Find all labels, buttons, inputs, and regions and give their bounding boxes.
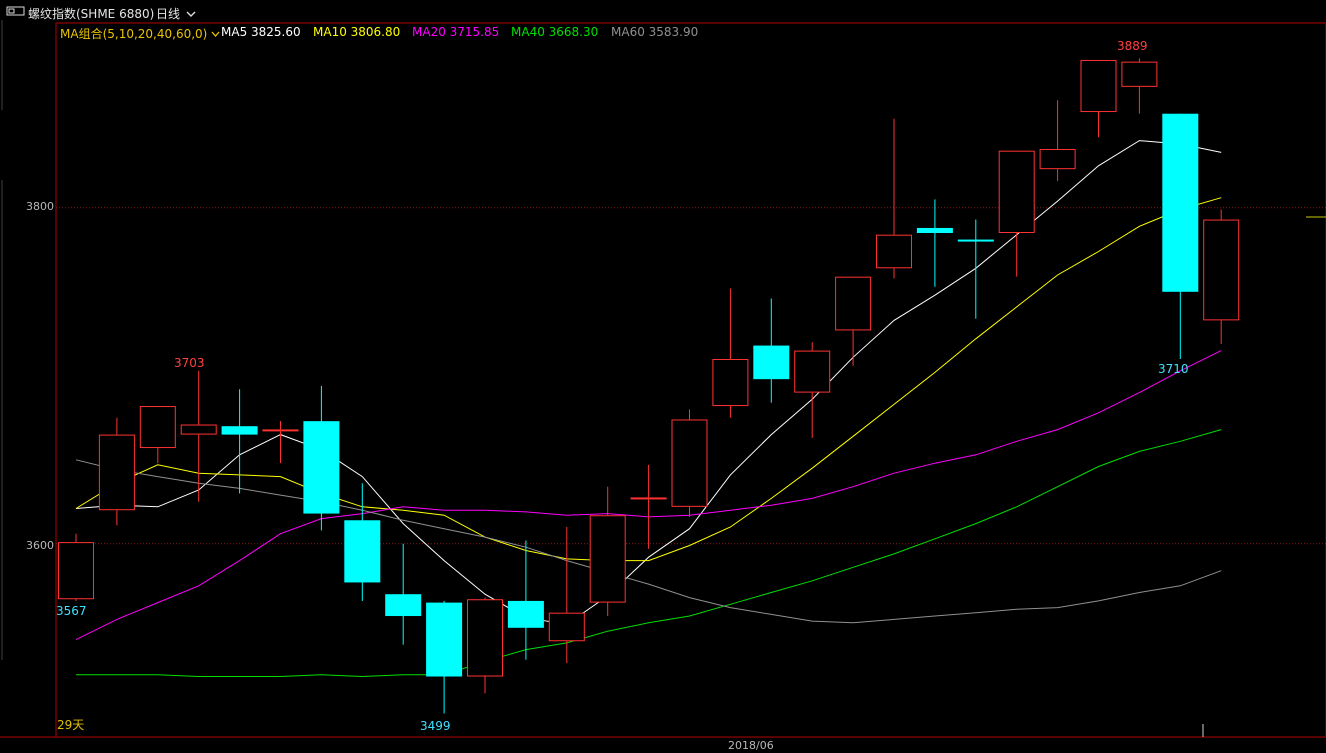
candle — [1162, 113, 1199, 359]
candle-body-down — [344, 520, 381, 583]
candle-body-up — [1080, 59, 1117, 113]
candle-body-down — [753, 345, 790, 380]
y-tick-label-3800: 3800 — [26, 200, 54, 213]
candle — [794, 342, 831, 438]
ma5-value: MA5 3825.60 — [221, 25, 301, 39]
candle-body-up — [1121, 61, 1158, 87]
candle-body-up — [1203, 219, 1240, 321]
candle — [98, 417, 135, 526]
candle-body-up — [630, 497, 667, 500]
annotation-high: 3889 — [1117, 39, 1148, 53]
candle — [548, 527, 585, 664]
candle-body-up — [712, 359, 749, 407]
candle-layer — [58, 58, 1240, 714]
candle-body-down — [957, 239, 994, 242]
candle — [1203, 209, 1240, 344]
candle-body-up — [548, 612, 585, 642]
candle — [262, 421, 299, 464]
candle — [1039, 100, 1076, 181]
candle — [426, 600, 463, 714]
candle — [221, 389, 258, 494]
annotation-low: 3499 — [420, 719, 451, 733]
candle-body-up — [467, 599, 503, 677]
candle — [385, 543, 422, 645]
candle — [835, 276, 872, 366]
candle-body-up — [180, 424, 217, 435]
candle — [58, 533, 94, 601]
candle — [753, 298, 790, 403]
candle-body-up — [998, 150, 1035, 233]
bar-count-label: 29天 — [57, 718, 84, 732]
ma5-line — [75, 140, 1222, 625]
ma20-value: MA20 3715.85 — [412, 25, 500, 39]
candle — [1080, 59, 1117, 138]
candle-body-up — [876, 234, 912, 269]
x-axis-date-label: 2018/06 — [728, 739, 774, 752]
ma10-value: MA10 3806.80 — [313, 25, 401, 39]
candle — [630, 464, 667, 549]
candle-body-up — [589, 515, 626, 603]
candle-body-up — [794, 350, 831, 393]
candle — [876, 118, 912, 279]
candle — [139, 406, 176, 464]
candle — [507, 540, 544, 660]
candle-body-down — [426, 602, 463, 677]
candle-body-up — [58, 542, 94, 600]
chart-frame — [55, 22, 1326, 738]
candle — [180, 370, 217, 502]
candlestick-chart: 3800 3600 2018/06 29天 3889 3703 3499 371… — [0, 20, 1326, 752]
candle — [589, 486, 626, 617]
candle — [916, 199, 953, 287]
chevron-down-icon — [211, 31, 220, 37]
candle-body-down — [221, 426, 258, 435]
candle-body-down — [385, 594, 422, 617]
candle-body-up — [671, 419, 708, 507]
candle-body-up — [139, 406, 176, 449]
annotation-left-edge: 3567 — [56, 604, 87, 618]
ma60-value: MA60 3583.90 — [611, 25, 699, 39]
candle — [712, 288, 749, 418]
candle-body-down — [1162, 113, 1199, 292]
candle-body-down — [507, 600, 544, 628]
ma-combo-label: MA组合(5,10,20,40,60,0) — [60, 27, 208, 41]
candle — [1121, 58, 1158, 114]
ma40-value: MA40 3668.30 — [511, 25, 599, 39]
y-tick-label-3600: 3600 — [26, 539, 54, 552]
ma-combo-selector[interactable]: MA组合(5,10,20,40,60,0) — [60, 25, 220, 42]
candle-body-up — [835, 276, 872, 331]
candle-body-down — [916, 227, 953, 233]
candle — [957, 219, 994, 319]
candle — [467, 597, 503, 694]
candle — [671, 409, 708, 517]
candle-body-up — [1039, 149, 1076, 170]
candle-body-up — [98, 434, 135, 511]
candle — [344, 483, 381, 601]
candle-body-down — [303, 421, 340, 514]
annotation-low-right: 3710 — [1158, 362, 1189, 376]
annotation-high-left: 3703 — [174, 356, 205, 370]
candle — [998, 150, 1035, 277]
moving-average-layer — [75, 140, 1222, 678]
candle-body-up — [262, 429, 299, 432]
ma-legend: MA组合(5,10,20,40,60,0) MA5 3825.60 MA10 3… — [0, 23, 1326, 41]
candle — [303, 385, 340, 531]
